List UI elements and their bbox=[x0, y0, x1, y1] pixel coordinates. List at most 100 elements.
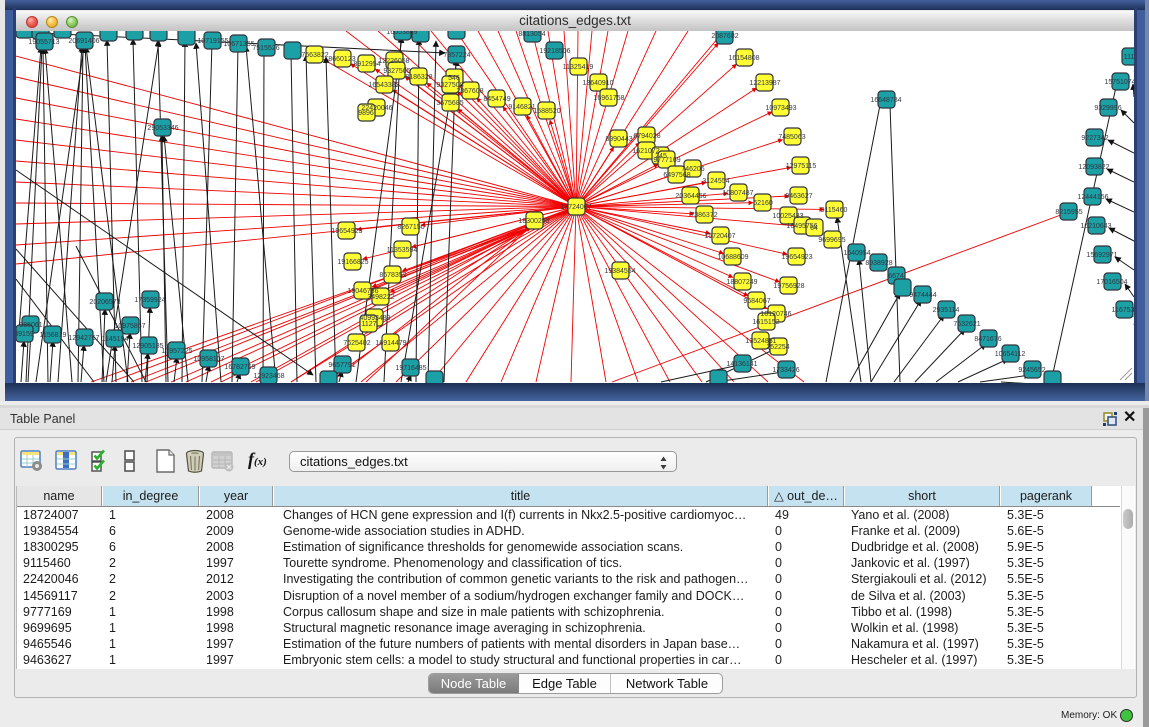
svg-text:7357224: 7357224 bbox=[443, 52, 470, 59]
svg-text:252254: 252254 bbox=[766, 344, 789, 351]
svg-text:9684067: 9684067 bbox=[743, 298, 770, 305]
svg-text:62160: 62160 bbox=[753, 200, 773, 207]
svg-text:8471676: 8471676 bbox=[974, 336, 1001, 343]
svg-text:12923468: 12923468 bbox=[253, 373, 284, 380]
svg-text:3124554: 3124554 bbox=[702, 178, 729, 185]
svg-text:1640954: 1640954 bbox=[843, 250, 870, 257]
svg-text:17016504: 17016504 bbox=[1096, 279, 1127, 286]
svg-text:15751074: 15751074 bbox=[1104, 79, 1134, 86]
svg-text:19055713: 19055713 bbox=[28, 39, 59, 46]
svg-text:8186328: 8186328 bbox=[405, 74, 432, 81]
svg-text:64: 64 bbox=[810, 225, 818, 232]
svg-text:1167533: 1167533 bbox=[1112, 307, 1134, 314]
svg-text:15692971: 15692971 bbox=[1086, 252, 1117, 259]
svg-text:10973493: 10973493 bbox=[765, 105, 796, 112]
svg-text:9777169: 9777169 bbox=[653, 157, 680, 164]
svg-text:8660123: 8660123 bbox=[328, 56, 355, 63]
svg-text:16053809: 16053809 bbox=[386, 31, 417, 36]
svg-text:7386372: 7386372 bbox=[690, 212, 717, 219]
svg-text:1156819: 1156819 bbox=[40, 332, 67, 339]
svg-text:8912954: 8912954 bbox=[353, 61, 380, 68]
svg-text:6794028: 6794028 bbox=[633, 133, 660, 140]
svg-text:18807249: 18807249 bbox=[726, 279, 757, 286]
svg-text:12905135: 12905135 bbox=[132, 343, 163, 350]
svg-text:1112: 1112 bbox=[1124, 54, 1134, 61]
svg-text:20206573: 20206573 bbox=[89, 299, 120, 306]
svg-text:985061: 985061 bbox=[19, 322, 42, 329]
svg-text:6497568: 6497568 bbox=[663, 172, 690, 179]
svg-text:9115460: 9115460 bbox=[821, 207, 848, 214]
svg-text:1145194: 1145194 bbox=[102, 336, 129, 343]
svg-text:11353594: 11353594 bbox=[387, 247, 418, 254]
svg-text:10975867: 10975867 bbox=[114, 323, 145, 330]
svg-text:11325419: 11325419 bbox=[563, 64, 594, 71]
svg-text:19384554: 19384554 bbox=[604, 268, 635, 275]
svg-text:3675685: 3675685 bbox=[436, 100, 463, 107]
svg-text:8267150: 8267150 bbox=[397, 224, 424, 231]
svg-text:20691406: 20691406 bbox=[68, 38, 99, 45]
svg-text:17359924: 17359924 bbox=[134, 297, 165, 304]
svg-text:9245652: 9245652 bbox=[1018, 367, 1045, 374]
svg-text:19716485: 19716485 bbox=[395, 365, 426, 372]
svg-text:10025433: 10025433 bbox=[772, 213, 803, 220]
svg-text:1127: 1127 bbox=[361, 321, 376, 328]
svg-text:9474444: 9474444 bbox=[909, 292, 936, 299]
svg-text:9699695: 9699695 bbox=[818, 237, 845, 244]
svg-text:3498222: 3498222 bbox=[367, 294, 394, 301]
svg-text:16961758: 16961758 bbox=[593, 95, 624, 102]
svg-text:12226058: 12226058 bbox=[378, 58, 409, 65]
svg-text:15720407: 15720407 bbox=[704, 233, 735, 240]
svg-text:7663822: 7663822 bbox=[301, 52, 328, 59]
svg-text:9146821: 9146821 bbox=[508, 104, 535, 111]
svg-text:12444156: 12444156 bbox=[1077, 194, 1108, 201]
svg-text:10958107: 10958107 bbox=[193, 356, 224, 363]
svg-text:1615152: 1615152 bbox=[752, 319, 779, 326]
svg-text:19218506: 19218506 bbox=[539, 48, 570, 55]
svg-text:39159: 39159 bbox=[16, 331, 34, 338]
svg-text:9463627: 9463627 bbox=[785, 193, 812, 200]
svg-text:14136141: 14136141 bbox=[726, 361, 757, 368]
svg-text:20364456: 20364456 bbox=[675, 193, 706, 200]
svg-text:10688609: 10688609 bbox=[717, 254, 748, 261]
svg-text:7632621: 7632621 bbox=[953, 321, 980, 328]
svg-text:8813054: 8813054 bbox=[518, 31, 545, 38]
svg-text:546: 546 bbox=[448, 75, 460, 82]
svg-text:1588520: 1588520 bbox=[533, 108, 560, 115]
svg-text:10671355: 10671355 bbox=[223, 41, 254, 48]
svg-text:10807487: 10807487 bbox=[722, 190, 753, 197]
svg-text:29053346: 29053346 bbox=[147, 125, 178, 132]
svg-text:1733426: 1733426 bbox=[772, 367, 799, 374]
svg-text:2935114: 2935114 bbox=[933, 307, 960, 314]
svg-text:2867608: 2867608 bbox=[456, 88, 483, 95]
svg-text:7515526: 7515526 bbox=[252, 45, 279, 52]
svg-text:7625402: 7625402 bbox=[343, 340, 370, 347]
svg-text:16782759: 16782759 bbox=[224, 364, 255, 371]
svg-text:8678352: 8678352 bbox=[379, 272, 406, 279]
svg-text:16543382: 16543382 bbox=[368, 82, 399, 89]
svg-text:12213987: 12213987 bbox=[749, 80, 780, 87]
svg-text:18300295: 18300295 bbox=[518, 218, 549, 225]
svg-text:16648784: 16648784 bbox=[870, 97, 901, 104]
svg-text:16154808: 16154808 bbox=[728, 55, 759, 62]
svg-text:18724007: 18724007 bbox=[560, 204, 591, 211]
svg-text:12975115: 12975115 bbox=[786, 163, 817, 170]
svg-text:8215955: 8215955 bbox=[1055, 209, 1082, 216]
svg-text:6674: 6674 bbox=[888, 273, 904, 280]
svg-text:13640910: 13640910 bbox=[582, 80, 613, 87]
svg-text:19756928: 19756928 bbox=[773, 283, 804, 290]
svg-text:19166825: 19166825 bbox=[337, 259, 368, 266]
svg-text:19654923: 19654923 bbox=[331, 228, 362, 235]
svg-text:7485063: 7485063 bbox=[778, 134, 805, 141]
svg-text:8454749: 8454749 bbox=[483, 96, 510, 103]
svg-text:19654923: 19654923 bbox=[781, 254, 812, 261]
svg-text:8938928: 8938928 bbox=[865, 260, 892, 267]
svg-text:9896: 9896 bbox=[358, 110, 374, 117]
svg-text:17957225: 17957225 bbox=[161, 348, 192, 355]
svg-text:16914479: 16914479 bbox=[375, 340, 406, 347]
svg-text:12093822: 12093822 bbox=[1078, 164, 1109, 171]
svg-text:9227342: 9227342 bbox=[1081, 135, 1108, 142]
svg-text:10120746: 10120746 bbox=[760, 311, 791, 318]
svg-text:16210643: 16210643 bbox=[1080, 223, 1111, 230]
svg-text:9329996: 9329996 bbox=[1094, 105, 1121, 112]
svg-text:10654112: 10654112 bbox=[995, 351, 1026, 358]
